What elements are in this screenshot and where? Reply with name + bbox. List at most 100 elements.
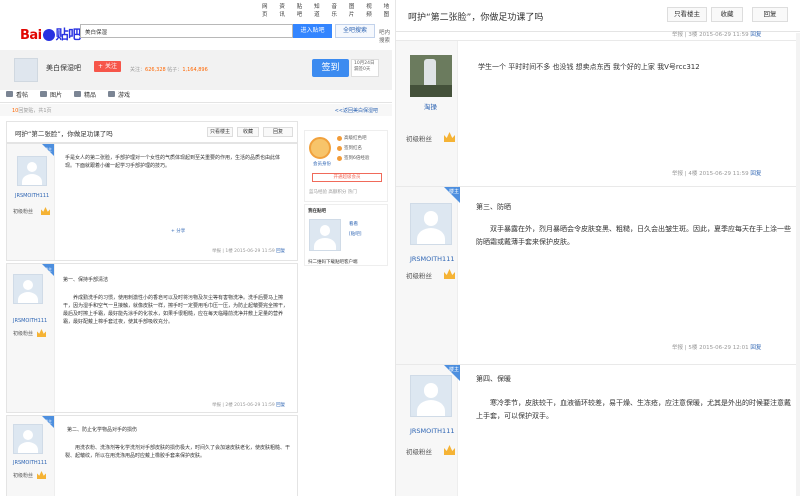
post-text: 手是女人的第二张脸，手部护理对一个女性的气质体现起到至关重要的作用，生活的品质也… — [65, 155, 281, 169]
nav-link-zhidao[interactable]: 知道 — [314, 2, 322, 18]
tab-label: 看帖 — [16, 91, 29, 99]
post-floor-2: 楼主 JRSMOITH111 初级粉丝 第一、保持手部清洁 养成勤洗手的习惯，使… — [6, 263, 298, 413]
share-label: 分享 — [176, 229, 186, 234]
star-icon — [74, 91, 82, 97]
nav-link-web[interactable]: 网页 — [262, 2, 270, 18]
my-link[interactable]: 看看 — [349, 221, 358, 227]
collect-button[interactable]: 收藏 — [237, 127, 259, 137]
post-heading: 第四、保暖 — [476, 375, 511, 383]
baidu-tieba-logo[interactable]: Bai 贴吧 — [20, 24, 81, 43]
post-text: 学生一个 平时时间不多 也没钱 想卖点东西 我个好的上家 我V号rcc312 — [478, 63, 700, 71]
post-text: 寒冷季节，皮肤较干，血液循环较差，易干燥、生冻疮，应注意保暖，尤其是外出的时候要… — [476, 399, 791, 420]
username[interactable]: JRSMOITH111 — [13, 318, 47, 324]
nav-link-music[interactable]: 音乐 — [332, 2, 340, 18]
reply-link[interactable]: 回复 — [276, 403, 285, 408]
forum-avatar[interactable] — [14, 58, 38, 82]
tab-label: 精品 — [84, 91, 97, 99]
username[interactable]: JRSMOITH111 — [13, 460, 47, 466]
level-label: 初级粉丝 — [406, 272, 432, 280]
forum-stats: 关注：626,328 帖子：1,164,896 — [130, 66, 208, 73]
thread-title-bar: 呵护“第二张脸”，你做足功课了吗 只看楼主 收藏 回复 — [6, 121, 298, 143]
level-label: 初级粉丝 — [13, 209, 34, 215]
username[interactable]: JRSMOITH111 — [410, 255, 454, 263]
tab-posts[interactable]: 看帖 — [0, 86, 34, 102]
perk-label: 高级红色吧 — [344, 136, 367, 141]
perk-label: 签到6倍经验 — [344, 156, 370, 161]
username[interactable]: JRSMOITH111 — [410, 427, 454, 435]
collect-button[interactable]: 收藏 — [711, 7, 743, 22]
in-forum-search-link[interactable]: 吧内搜索 — [379, 28, 392, 44]
post-heading: 第一、保持手部清洁 — [63, 277, 109, 283]
only-op-button[interactable]: 只看楼主 — [207, 127, 233, 137]
post-floor-3: 淘操 初级粉丝 学生一个 平时时间不多 也没钱 想卖点东西 我个好的上家 我V号… — [396, 40, 800, 186]
medal-icon — [309, 137, 331, 159]
back-to-forum-link[interactable]: <<返回美白保湿吧 — [335, 107, 378, 114]
post-text: 双手暴露在外，烈月暴晒会令皮肤变黑、粗糙，日久会出皱生斑。因此，夏季应每天在手上… — [476, 225, 791, 246]
post-floor-5: 楼主 JRSMOITH111 初级粉丝 第四、保暖 寒冷季节，皮肤较干，血液循环… — [396, 364, 800, 496]
avatar[interactable] — [410, 375, 452, 417]
level-label: 初级粉丝 — [13, 331, 34, 337]
avatar[interactable] — [13, 274, 43, 304]
search-all-button[interactable]: 全吧搜索 — [335, 24, 375, 38]
avatar[interactable] — [17, 156, 47, 186]
avatar[interactable] — [13, 424, 43, 454]
sign-in-button[interactable]: 签到 — [312, 59, 349, 77]
left-screenshot: 网页 资讯 贴吧 知道 音乐 图片 视频 地图 Bai 贴吧 美白保湿 进入贴吧 … — [0, 0, 392, 496]
tab-images[interactable]: 图片 — [34, 86, 68, 102]
reply-link[interactable]: 回复 — [750, 345, 761, 351]
perk-item: 高级红色吧 — [337, 135, 367, 141]
search-input[interactable]: 美白保湿 — [80, 24, 293, 38]
nav-link-image[interactable]: 图片 — [349, 2, 357, 18]
post-tail: 举报 | 3楼 2015-06-29 11:59 回复 — [672, 30, 761, 38]
reply-count-label: 回复贴，共1页 — [18, 108, 52, 114]
nav-link-news[interactable]: 资讯 — [279, 2, 287, 18]
posts-count: 1,164,896 — [182, 67, 208, 73]
enter-forum-button[interactable]: 进入贴吧 — [293, 24, 332, 38]
avatar[interactable] — [410, 55, 452, 97]
nav-link-video[interactable]: 视频 — [366, 2, 374, 18]
reply-link[interactable]: 回复 — [276, 249, 285, 254]
logo-text: Bai — [20, 28, 42, 43]
perk-label: 签到红名 — [344, 146, 362, 151]
tab-featured[interactable]: 精品 — [68, 86, 102, 102]
tab-games[interactable]: 游戏 — [102, 86, 136, 102]
post-tail: 举报 | 2楼 2015-06-29 11:59 回复 — [212, 402, 285, 408]
reply-button[interactable]: 回复 — [752, 7, 788, 22]
thread-title: 呵护“第二张脸”，你做足功课了吗 — [15, 130, 113, 138]
paw-icon — [42, 29, 55, 41]
right-screenshot: 呵护“第二张脸”，你做足功课了吗 只看楼主 收藏 回复 举报 | 3楼 2015… — [395, 0, 800, 496]
thread-main: 呵护“第二张脸”，你做足功课了吗 只看楼主 收藏 回复 楼主 JRSMOITH1… — [6, 118, 298, 496]
post-meta: 举报 | 3楼 2015-06-29 11:59 — [672, 32, 749, 38]
level-label: 初级粉丝 — [406, 448, 432, 456]
only-op-button[interactable]: 只看楼主 — [667, 7, 707, 22]
medal-label: 会员身份 — [313, 162, 331, 167]
avatar[interactable] — [309, 219, 341, 251]
my-link[interactable]: [贴吧] — [349, 231, 362, 237]
username[interactable]: 淘操 — [424, 101, 437, 111]
level-label: 初级粉丝 — [13, 473, 34, 479]
post-tail: 举报 | 5楼 2015-06-29 12:01 回复 — [672, 343, 761, 351]
post-text: 用洗衣粉、洗涤剂等化学洗剂对手部皮肤的损伤极大，时间久了会加速皮肤老化，使皮肤粗… — [65, 445, 291, 459]
perk-dot-icon — [337, 145, 342, 151]
perk-dot-icon — [337, 135, 342, 141]
level-label: 初级粉丝 — [406, 135, 432, 143]
forum-name[interactable]: 美白保湿吧 — [46, 63, 81, 73]
share-link[interactable]: + 分享 — [171, 228, 185, 234]
vip-footer: 蓝马经验 高额积分 热门 — [309, 190, 357, 195]
post-heading: 第二、防止化学物品对手的损伤 — [67, 427, 138, 433]
logo-tieba-text: 贴吧 — [55, 28, 82, 43]
reply-link[interactable]: 回复 — [750, 171, 761, 177]
avatar[interactable] — [410, 203, 452, 245]
tab-label: 游戏 — [118, 91, 131, 99]
forum-tabs: 看帖 图片 精品 游戏 — [0, 86, 392, 103]
follow-button[interactable]: + 关注 — [94, 61, 121, 72]
reply-button[interactable]: 回复 — [263, 127, 293, 137]
nav-link-map[interactable]: 地图 — [384, 2, 392, 18]
top-nav-links: 网页 资讯 贴吧 知道 音乐 图片 视频 地图 — [262, 2, 392, 18]
perk-item: 签到红名 — [337, 145, 362, 151]
nav-link-tieba[interactable]: 贴吧 — [297, 2, 305, 18]
scrollbar[interactable] — [796, 33, 800, 496]
join-vip-button[interactable]: 开通超级会员 — [312, 173, 382, 182]
username[interactable]: JRSMOITH111 — [15, 193, 49, 199]
reply-link[interactable]: 回复 — [750, 32, 761, 38]
